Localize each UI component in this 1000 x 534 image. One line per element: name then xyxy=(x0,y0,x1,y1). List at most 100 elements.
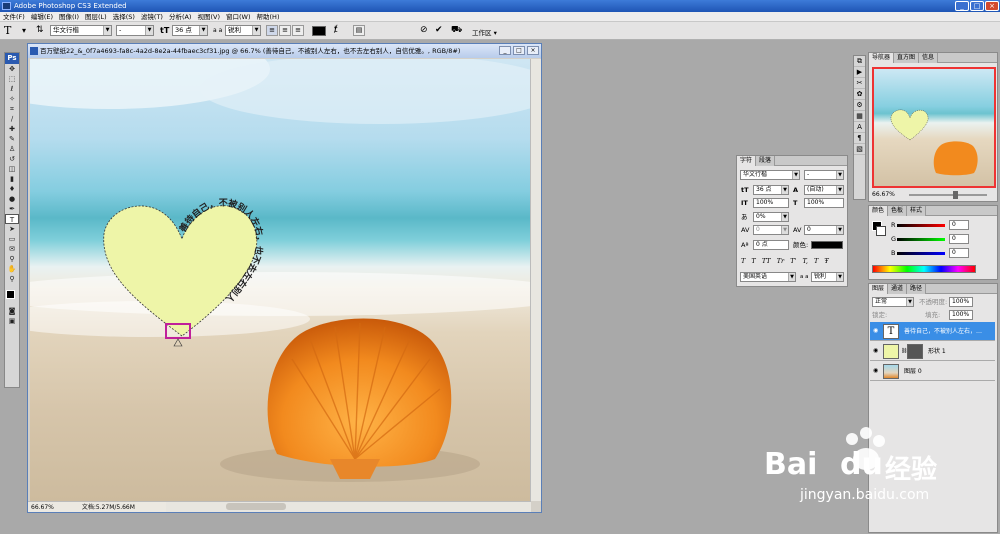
crop-tool-icon[interactable]: ⌗ xyxy=(5,104,19,114)
zoom-level[interactable]: 66.67% xyxy=(31,504,54,511)
char-aa-select[interactable]: 锐利 ▼ xyxy=(811,272,844,282)
bridge-icon[interactable]: ⛟ xyxy=(451,25,462,36)
fill-field[interactable]: 100% xyxy=(949,310,973,320)
marquee-tool-icon[interactable]: ⬚ xyxy=(5,74,19,84)
layer-row-background[interactable]: ◉ 图层 0 xyxy=(870,362,995,381)
blur-tool-icon[interactable]: ♦ xyxy=(5,184,19,194)
close-button[interactable]: × xyxy=(985,1,999,11)
clone-source-icon[interactable]: ⚙ xyxy=(854,100,865,111)
tool-preset-chevron-icon[interactable]: ▾ xyxy=(22,26,26,35)
layer-comps-icon[interactable]: ▦ xyxy=(854,111,865,122)
small-caps-button[interactable]: Tr xyxy=(777,257,784,265)
path-select-icon[interactable]: ➤ xyxy=(5,224,19,234)
shape-tool-icon[interactable]: ▭ xyxy=(5,234,19,244)
hand-tool-icon[interactable]: ✋ xyxy=(5,264,19,274)
char-tracking-field[interactable]: 0 ▼ xyxy=(804,225,844,235)
menu-window[interactable]: 窗口(W) xyxy=(223,12,254,22)
char-baseline-field[interactable]: 0 点 xyxy=(753,240,789,250)
tab-character[interactable]: 字符 xyxy=(737,156,757,166)
warp-text-icon[interactable]: ⱦ xyxy=(334,25,338,35)
char-hscale-field[interactable]: 100% xyxy=(804,198,844,208)
menu-layer[interactable]: 图层(L) xyxy=(82,12,110,22)
char-tsume-field[interactable]: 0% ▼ xyxy=(753,212,789,222)
tool-presets-icon[interactable]: ✂ xyxy=(854,78,865,89)
tab-paths[interactable]: 路径 xyxy=(907,284,927,294)
paragraph-panel-icon[interactable]: ¶ xyxy=(854,133,865,144)
eye-icon[interactable]: ◉ xyxy=(873,368,879,374)
font-family-select[interactable]: 华文行楷 ▼ xyxy=(50,25,112,36)
color-swatches[interactable] xyxy=(5,284,19,306)
minimize-button[interactable]: _ xyxy=(955,1,969,11)
gradient-tool-icon[interactable]: ▮ xyxy=(5,174,19,184)
magic-wand-icon[interactable]: ✧ xyxy=(5,94,19,104)
navigator-zoom[interactable]: 66.67% xyxy=(872,190,895,200)
all-caps-button[interactable]: TT xyxy=(762,257,771,265)
menu-select[interactable]: 选择(S) xyxy=(110,12,138,22)
char-vscale-field[interactable]: 100% xyxy=(753,198,789,208)
image-canvas[interactable]: 善待自己，不被别人左右，也不去左右别人 xyxy=(30,59,530,501)
tab-swatches[interactable]: 色板 xyxy=(888,206,908,216)
font-size-select[interactable]: 36 点 ▼ xyxy=(172,25,208,36)
eyedropper-icon[interactable]: ⚲ xyxy=(5,254,19,264)
menu-help[interactable]: 帮助(H) xyxy=(254,12,283,22)
healing-brush-icon[interactable]: ✚ xyxy=(5,124,19,134)
faux-italic-button[interactable]: T xyxy=(751,257,755,265)
menu-image[interactable]: 图像(I) xyxy=(56,12,82,22)
align-left-button[interactable]: ≡ xyxy=(266,25,278,36)
history-panel-icon[interactable]: ⧉ xyxy=(854,56,865,67)
eye-icon[interactable]: ◉ xyxy=(873,328,879,334)
character-panel-icon[interactable]: A xyxy=(854,122,865,133)
color-spectrum-bar[interactable] xyxy=(872,265,976,273)
align-right-button[interactable]: ≡ xyxy=(292,25,304,36)
doc-close-button[interactable]: × xyxy=(527,46,539,55)
faux-bold-button[interactable]: T xyxy=(741,257,745,265)
menu-edit[interactable]: 编辑(E) xyxy=(28,12,56,22)
hscroll-thumb[interactable] xyxy=(226,503,286,510)
g-field[interactable]: 0 xyxy=(949,234,969,244)
quick-mask-icon[interactable]: ◙ xyxy=(5,306,19,316)
text-color-swatch[interactable] xyxy=(312,26,326,36)
toggle-palettes-button[interactable]: ▤ xyxy=(353,25,365,36)
align-center-button[interactable]: ≡ xyxy=(279,25,291,36)
screen-mode-icon[interactable]: ▣ xyxy=(5,316,19,326)
char-font-style-select[interactable]: - ▼ xyxy=(804,170,844,180)
b-slider[interactable] xyxy=(897,252,945,255)
subscript-button[interactable]: T, xyxy=(802,257,807,265)
color-bg-swatch[interactable] xyxy=(876,226,886,236)
char-kerning-field[interactable]: 0 ▼ xyxy=(753,225,789,235)
brushes-panel-icon[interactable]: ✿ xyxy=(854,89,865,100)
opacity-field[interactable]: 100% xyxy=(949,297,973,307)
orientation-toggle-icon[interactable]: ⇅ xyxy=(36,25,44,35)
language-select[interactable]: 美国英语 ▼ xyxy=(740,272,796,282)
clone-stamp-icon[interactable]: ♙ xyxy=(5,144,19,154)
r-slider[interactable] xyxy=(897,224,945,227)
strikethrough-button[interactable]: Ŧ xyxy=(824,257,828,265)
maximize-button[interactable]: □ xyxy=(970,1,984,11)
menu-view[interactable]: 视图(V) xyxy=(194,12,223,22)
underline-button[interactable]: T xyxy=(814,257,818,265)
tab-histogram[interactable]: 直方图 xyxy=(894,53,920,63)
actions-panel-icon[interactable]: ▶ xyxy=(854,67,865,78)
r-field[interactable]: 0 xyxy=(949,220,969,230)
menu-analysis[interactable]: 分析(A) xyxy=(166,12,195,22)
vertical-scrollbar[interactable] xyxy=(530,59,541,501)
move-tool-icon[interactable]: ✥ xyxy=(5,64,19,74)
eye-icon[interactable]: ◉ xyxy=(873,348,879,354)
dodge-tool-icon[interactable]: ● xyxy=(5,194,19,204)
workspace-menu[interactable]: 工作区 ▾ xyxy=(472,27,497,37)
lasso-tool-icon[interactable]: ℓ xyxy=(5,84,19,94)
eraser-tool-icon[interactable]: ◫ xyxy=(5,164,19,174)
menu-file[interactable]: 文件(F) xyxy=(0,12,28,22)
doc-minimize-button[interactable]: _ xyxy=(499,46,511,55)
type-tool-icon[interactable]: T xyxy=(5,214,19,224)
slice-tool-icon[interactable]: ∕ xyxy=(5,114,19,124)
type-tool-icon[interactable]: T xyxy=(4,24,11,37)
char-font-family-select[interactable]: 华文行楷 ▼ xyxy=(740,170,800,180)
b-field[interactable]: 0 xyxy=(949,248,969,258)
history-brush-icon[interactable]: ↺ xyxy=(5,154,19,164)
tab-color[interactable]: 颜色 xyxy=(869,206,889,216)
foreground-color[interactable] xyxy=(6,290,15,299)
tab-channels[interactable]: 通道 xyxy=(888,284,908,294)
tab-layers[interactable]: 图层 xyxy=(869,284,889,294)
brush-tool-icon[interactable]: ✎ xyxy=(5,134,19,144)
